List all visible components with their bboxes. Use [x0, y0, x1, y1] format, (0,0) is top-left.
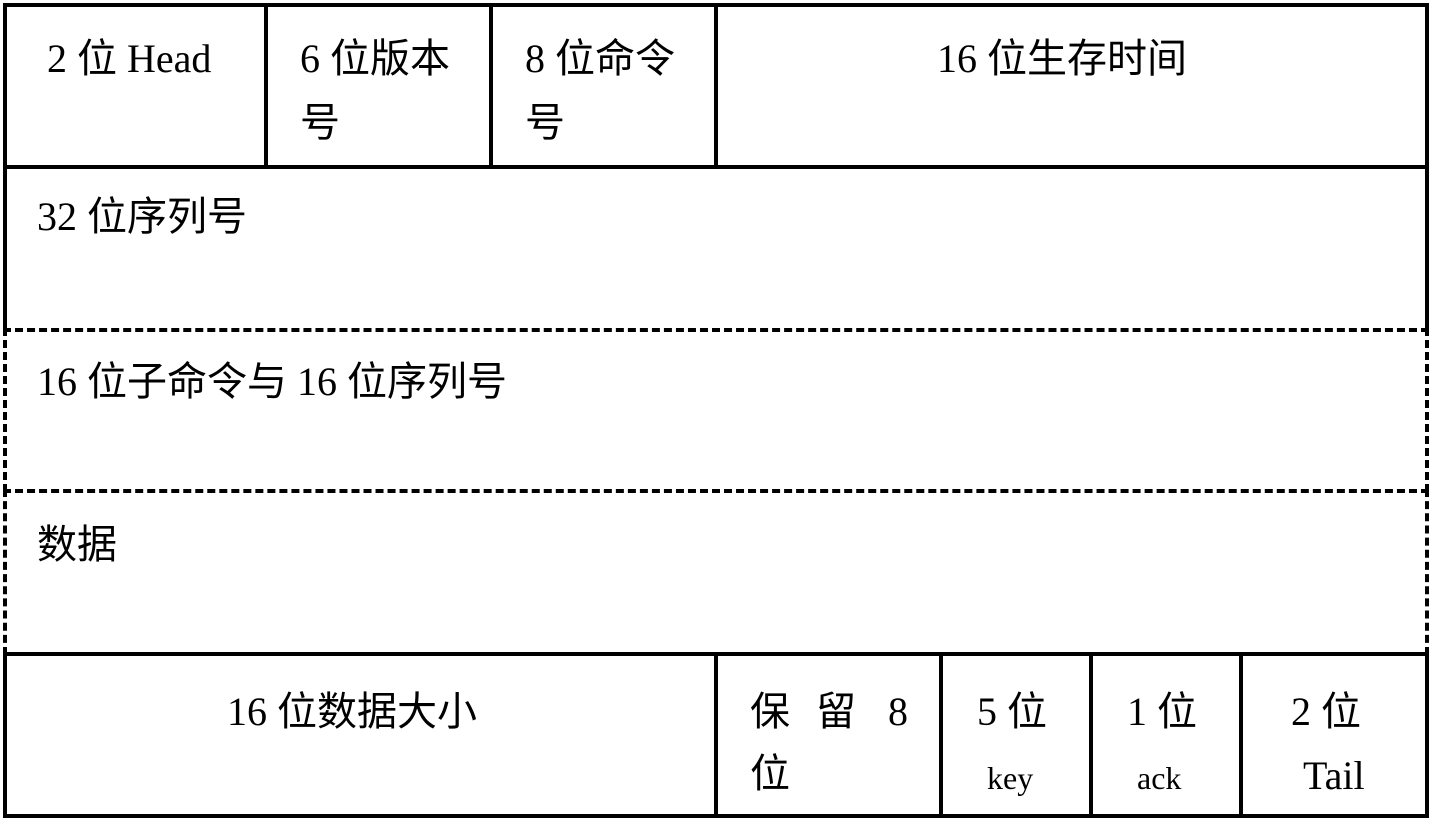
field-command-label-line2: 号 [525, 100, 565, 145]
field-ack-label-line2: ack [1137, 760, 1182, 796]
field-subcommand-label: 16 位子命令与 16 位序列号 [37, 359, 507, 404]
field-data-size-label: 16 位数据大小 [227, 689, 477, 734]
field-subcommand: 16 位子命令与 16 位序列号 [3, 328, 1429, 492]
field-version: 6 位版本 号 [264, 3, 491, 169]
field-head: 2 位 Head [3, 3, 266, 169]
field-head-label: 2 位 Head [47, 36, 212, 81]
field-ack: 1 位 ack [1089, 652, 1241, 818]
field-ttl: 16 位生存时间 [714, 3, 1429, 169]
field-reserved-label-char2: 留 [816, 689, 856, 734]
field-payload: 数据 [3, 489, 1429, 655]
field-reserved-label-char1: 保 [750, 689, 790, 734]
field-tail-label-line2: Tail [1303, 753, 1365, 798]
field-command-label-line1: 8 位命令 [525, 36, 675, 81]
field-ttl-label: 16 位生存时间 [937, 36, 1187, 81]
field-version-label-line1: 6 位版本 [300, 36, 450, 81]
field-sequence-label: 32 位序列号 [37, 194, 247, 239]
field-key: 5 位 key [939, 652, 1091, 818]
field-key-label-line2: key [987, 760, 1034, 796]
field-tail: 2 位 Tail [1239, 652, 1429, 818]
field-version-label-line2: 号 [300, 100, 340, 145]
field-command: 8 位命令 号 [489, 3, 716, 169]
field-reserved-label-line2: 位 [750, 751, 790, 796]
field-data-size: 16 位数据大小 [3, 652, 716, 818]
field-ack-label-line1: 1 位 [1127, 689, 1197, 734]
field-payload-label: 数据 [37, 522, 117, 567]
field-key-label-line1: 5 位 [977, 689, 1047, 734]
field-reserved-label-char3: 8 [888, 689, 908, 734]
field-tail-label-line1: 2 位 [1291, 689, 1361, 734]
packet-format-diagram: 2 位 Head 6 位版本 号 8 位命令 号 16 位生存时间 32 位序列… [3, 3, 1429, 818]
field-sequence: 32 位序列号 [3, 165, 1429, 330]
field-reserved: 保 留 8 位 [714, 652, 941, 818]
